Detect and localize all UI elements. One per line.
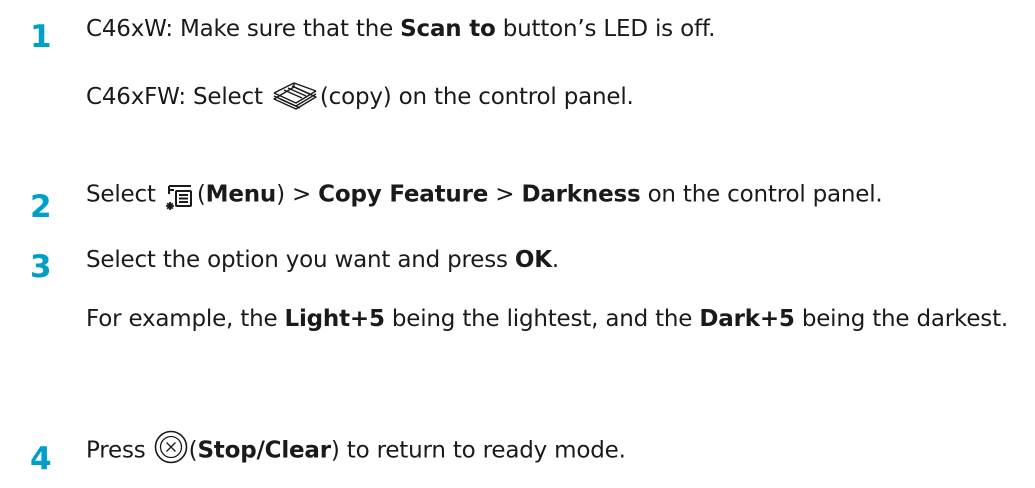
step2-paren-close: ) (276, 181, 285, 208)
step1-line-a: C46xW: Make sure that the Scan to button… (86, 14, 715, 44)
scan-to-label: Scan to (400, 16, 496, 42)
step2-suffix: on the control panel. (640, 181, 883, 208)
darkness-label: Darkness (521, 181, 641, 208)
menu-label: Menu (205, 181, 277, 208)
dark5-label: Dark+5 (699, 306, 795, 332)
step3-line-a: Select the option you want and press OK. (86, 245, 559, 275)
step1-line-a-suffix: button’s LED is off. (495, 16, 716, 42)
step-number-3: 3 (30, 249, 52, 285)
step4-suffix: to return to ready mode. (339, 437, 626, 464)
step2-line: Select (Menu) > Copy Feature > Darkness … (86, 178, 883, 212)
step1-line-b-prefix: C46xFW: Select (86, 84, 270, 110)
step-number-1: 1 (30, 19, 52, 55)
stop-clear-label: Stop/Clear (197, 437, 331, 464)
step1-line-b-suffix: (copy) on the control panel. (319, 84, 634, 110)
light5-label: Light+5 (284, 306, 385, 332)
step4-prefix: Press (86, 437, 153, 464)
ok-label: OK (514, 247, 552, 273)
step2-paren-open: ( (196, 181, 206, 208)
step2-prefix: Select (86, 181, 163, 208)
step-number-2: 2 (30, 189, 52, 225)
step3-line-b-mid: being the lightest, and the (384, 306, 700, 332)
step1-line-b: C46xFW: Select (copy) on the control pan… (86, 81, 634, 113)
step3-line-b-prefix: For example, the (86, 306, 285, 332)
step1-line-a-prefix: C46xW: Make sure that the (86, 16, 401, 42)
step2-sep2: > (488, 181, 522, 208)
step3-line-a-prefix: Select the option you want and press (86, 247, 515, 273)
step2-sep1: > (284, 181, 319, 208)
copy-icon (270, 81, 320, 111)
step4-paren-close: ) (330, 437, 340, 464)
step-number-4: 4 (30, 441, 52, 477)
step4-line: Press (Stop/Clear) to return to ready mo… (86, 430, 626, 469)
copy-feature-label: Copy Feature (318, 181, 489, 208)
menu-icon (163, 180, 197, 214)
step3-line-b-suffix: being the darkest. (794, 306, 1009, 332)
step3-line-b: For example, the Light+5 being the light… (86, 300, 1026, 338)
stop-clear-icon (153, 429, 189, 465)
step3-line-a-suffix: . (551, 247, 560, 273)
